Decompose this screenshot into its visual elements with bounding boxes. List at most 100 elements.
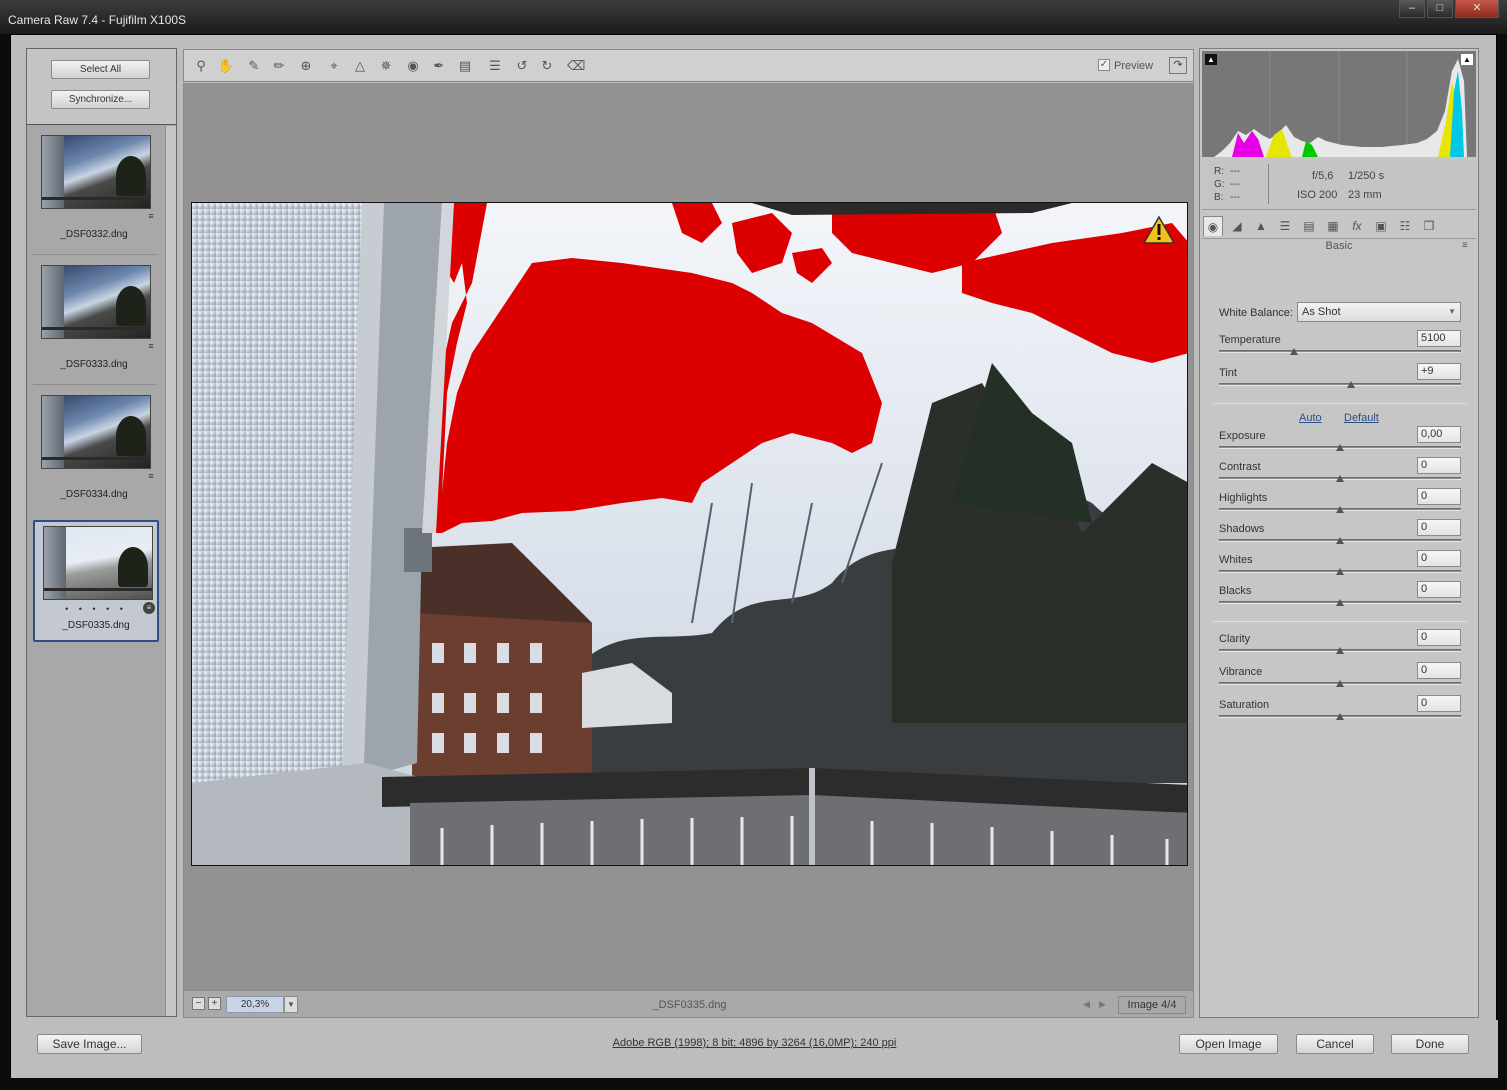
done-button[interactable]: Done <box>1391 1034 1469 1054</box>
slider-label: Temperature <box>1219 334 1281 346</box>
slider-label: Blacks <box>1219 585 1252 597</box>
slider-track[interactable] <box>1219 537 1461 544</box>
zoom-level-field[interactable]: 20,3% <box>226 996 284 1013</box>
slider-value-field[interactable]: 0 <box>1417 695 1461 712</box>
filmstrip-scrollbar[interactable] <box>165 126 176 1016</box>
chevron-down-icon: ▼ <box>1448 307 1456 316</box>
slider-thumb[interactable] <box>1336 713 1344 720</box>
minimize-button[interactable]: – <box>1399 0 1425 18</box>
preview-checkbox[interactable]: ✓ <box>1098 59 1110 71</box>
effects-tab-icon[interactable]: fx <box>1347 216 1367 236</box>
slider-track[interactable] <box>1219 568 1461 575</box>
fullscreen-toggle-icon[interactable]: ↷ <box>1169 57 1187 74</box>
slider-thumb[interactable] <box>1336 537 1344 544</box>
filmstrip-item[interactable]: ≡ _DSF0334.dng <box>33 391 159 513</box>
slider-track[interactable] <box>1219 680 1461 687</box>
detail-tab-icon[interactable]: ▲ <box>1251 216 1271 236</box>
adjustment-brush-icon[interactable]: ✒ <box>430 57 448 75</box>
thumbnail <box>41 395 151 469</box>
shutter-value: 1/250 s <box>1348 170 1385 182</box>
slider-label: Highlights <box>1219 492 1268 504</box>
red-eye-tool-icon[interactable]: ◉ <box>404 57 422 75</box>
slider-track[interactable] <box>1219 444 1461 451</box>
title-bar[interactable]: Camera Raw 7.4 - Fujifilm X100S – □ ✕ <box>0 0 1507 34</box>
rotate-right-icon[interactable]: ↻ <box>538 57 556 75</box>
g-label: G: <box>1214 179 1225 190</box>
slider-value-field[interactable]: 0 <box>1417 488 1461 505</box>
targeted-adjustment-tool-icon[interactable]: ⊕ <box>297 57 315 75</box>
white-balance-tool-icon[interactable]: ✎ <box>245 57 263 75</box>
slider-thumb[interactable] <box>1346 381 1355 388</box>
slider-track[interactable] <box>1219 599 1461 606</box>
slider-track[interactable] <box>1219 647 1461 654</box>
select-all-button[interactable]: Select All <box>51 60 150 79</box>
slider-value-field[interactable]: 5100 <box>1417 330 1461 347</box>
slider-thumb[interactable] <box>1336 647 1344 654</box>
slider-thumb[interactable] <box>1336 506 1344 513</box>
slider-track[interactable] <box>1219 348 1461 355</box>
default-link[interactable]: Default <box>1344 412 1379 424</box>
split-toning-tab-icon[interactable]: ▤ <box>1299 216 1319 236</box>
camera-calibration-tab-icon[interactable]: ▣ <box>1371 216 1391 236</box>
slider-track[interactable] <box>1219 713 1461 720</box>
slider-value-field[interactable]: 0 <box>1417 519 1461 536</box>
open-image-button[interactable]: Open Image <box>1179 1034 1278 1054</box>
image-counter: Image 4/4 <box>1118 996 1186 1014</box>
thumbnail-filename: _DSF0333.dng <box>60 359 128 370</box>
image-preview-area[interactable] <box>183 83 1194 990</box>
window-controls: – □ ✕ <box>1397 0 1499 18</box>
zoom-in-button[interactable]: + <box>208 997 221 1010</box>
hand-tool-icon[interactable]: ✋ <box>217 57 235 75</box>
filmstrip-item[interactable]: ≡ _DSF0332.dng <box>33 131 159 253</box>
zoom-out-button[interactable]: − <box>192 997 205 1010</box>
next-image-icon[interactable]: ▶ <box>1096 997 1109 1011</box>
slider-thumb[interactable] <box>1336 680 1344 687</box>
lens-corrections-tab-icon[interactable]: ▦ <box>1323 216 1343 236</box>
straighten-tool-icon[interactable]: △ <box>351 57 369 75</box>
slider-thumb[interactable] <box>1336 568 1344 575</box>
graduated-filter-icon[interactable]: ▤ <box>456 57 474 75</box>
filmstrip-item-selected[interactable]: • • • • • ≡ _DSF0335.dng <box>33 520 159 642</box>
slider-value-field[interactable]: 0 <box>1417 629 1461 646</box>
zoom-tool-icon[interactable]: ⚲ <box>192 57 210 75</box>
r-label: R: <box>1214 166 1224 177</box>
slider-value-field[interactable]: 0 <box>1417 550 1461 567</box>
white-balance-select[interactable]: As Shot ▼ <box>1297 302 1461 322</box>
close-button[interactable]: ✕ <box>1455 0 1499 18</box>
previous-image-icon[interactable]: ◀ <box>1080 997 1093 1011</box>
zoom-dropdown-icon[interactable]: ▼ <box>284 996 298 1013</box>
slider-track[interactable] <box>1219 475 1461 482</box>
slider-track[interactable] <box>1219 381 1461 388</box>
slider-value-field[interactable]: 0 <box>1417 457 1461 474</box>
slider-value-field[interactable]: 0,00 <box>1417 426 1461 443</box>
maximize-button[interactable]: □ <box>1427 0 1453 18</box>
slider-thumb[interactable] <box>1336 475 1344 482</box>
rotate-left-icon[interactable]: ↺ <box>513 57 531 75</box>
preferences-icon[interactable]: ☰ <box>486 57 504 75</box>
synchronize-button[interactable]: Synchronize... <box>51 90 150 109</box>
hsl-tab-icon[interactable]: ☰ <box>1275 216 1295 236</box>
filmstrip-item[interactable]: ≡ _DSF0333.dng <box>33 261 159 383</box>
slider-value-field[interactable]: 0 <box>1417 581 1461 598</box>
slider-label: Saturation <box>1219 699 1270 711</box>
panel-menu-icon[interactable]: ≡ <box>1462 240 1468 251</box>
slider-thumb[interactable] <box>1336 444 1344 451</box>
tone-curve-tab-icon[interactable]: ◢ <box>1227 216 1247 236</box>
rating-dots[interactable]: • • • • • <box>35 604 157 614</box>
slider-thumb[interactable] <box>1290 348 1299 355</box>
basic-tab-icon[interactable]: ◉ <box>1203 216 1223 236</box>
color-sampler-tool-icon[interactable]: ✏ <box>270 57 288 75</box>
slider-track[interactable] <box>1219 506 1461 513</box>
slider-value-field[interactable]: 0 <box>1417 662 1461 679</box>
slider-thumb[interactable] <box>1336 599 1344 606</box>
slider-value-field[interactable]: +9 <box>1417 363 1461 380</box>
preview-image[interactable] <box>191 202 1188 866</box>
auto-link[interactable]: Auto <box>1299 412 1322 424</box>
thumbnail <box>43 526 153 600</box>
trash-icon[interactable]: ⌫ <box>567 57 585 75</box>
snapshots-tab-icon[interactable]: ❐ <box>1419 216 1439 236</box>
cancel-button[interactable]: Cancel <box>1296 1034 1374 1054</box>
spot-removal-tool-icon[interactable]: ✵ <box>377 57 395 75</box>
crop-tool-icon[interactable]: ⌖ <box>325 57 343 75</box>
presets-tab-icon[interactable]: ☷ <box>1395 216 1415 236</box>
